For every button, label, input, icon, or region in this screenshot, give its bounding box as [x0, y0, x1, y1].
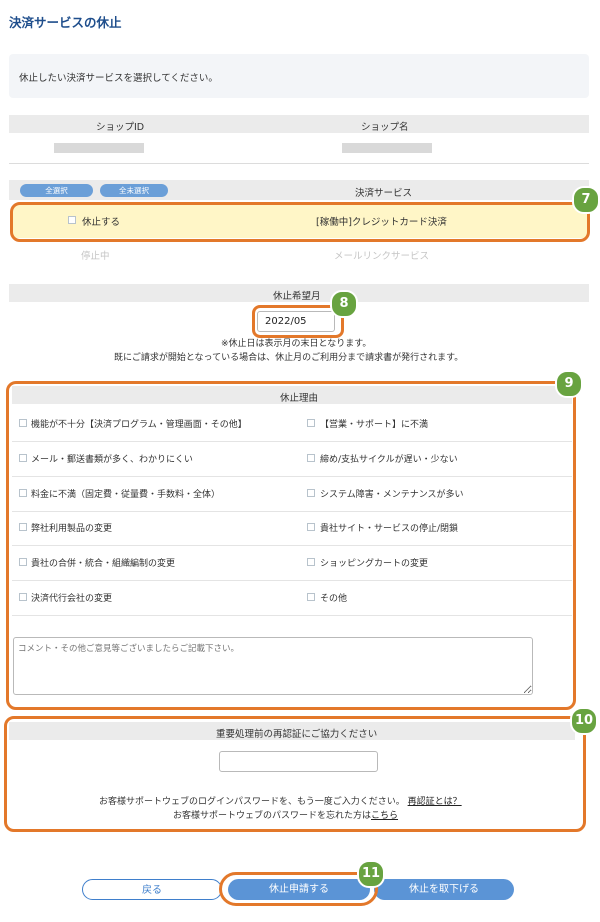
- highlight-frame-9: [6, 381, 576, 710]
- service-table-header: 決済サービス: [9, 180, 589, 200]
- step-badge-9: 9: [555, 370, 583, 398]
- select-all-button[interactable]: 全選択: [20, 184, 93, 197]
- service-col-header: 決済サービス: [355, 188, 413, 199]
- highlight-frame-11: [219, 872, 378, 906]
- step-badge-7: 7: [572, 186, 600, 214]
- shop-id-value-redacted: [54, 143, 144, 153]
- shop-name-value-redacted: [342, 143, 432, 153]
- month-header: 休止希望月: [9, 284, 589, 302]
- step-badge-8: 8: [330, 290, 358, 318]
- back-button[interactable]: 戻る: [82, 879, 222, 900]
- month-note-2: 既にご請求が開始となっている場合は、休止月のご利用分まで請求書が発行されます。: [114, 353, 464, 363]
- service-name-maillink: メールリンクサービス: [334, 251, 430, 262]
- month-note-1: ※休止日は表示月の末日となります。: [221, 339, 372, 349]
- deselect-all-button[interactable]: 全未選択: [100, 184, 168, 197]
- withdraw-suspension-button[interactable]: 休止を取下げる: [374, 879, 514, 900]
- highlight-frame-7: [10, 202, 590, 242]
- step-badge-11: 11: [357, 860, 385, 888]
- step-badge-10: 10: [570, 707, 598, 735]
- divider: [9, 163, 589, 164]
- intro-text: 休止したい決済サービスを選択してください。: [19, 73, 218, 84]
- shop-name-header: ショップ名: [361, 122, 409, 133]
- page-title: 決済サービスの休止: [9, 15, 122, 30]
- intro-box: 休止したい決済サービスを選択してください。: [9, 54, 589, 98]
- highlight-frame-10: [4, 716, 586, 832]
- shop-table-header: ショップID ショップ名: [9, 115, 589, 133]
- service-status-stopped: 停止中: [81, 251, 110, 262]
- month-header-label: 休止希望月: [273, 291, 321, 302]
- shop-id-header: ショップID: [96, 122, 145, 133]
